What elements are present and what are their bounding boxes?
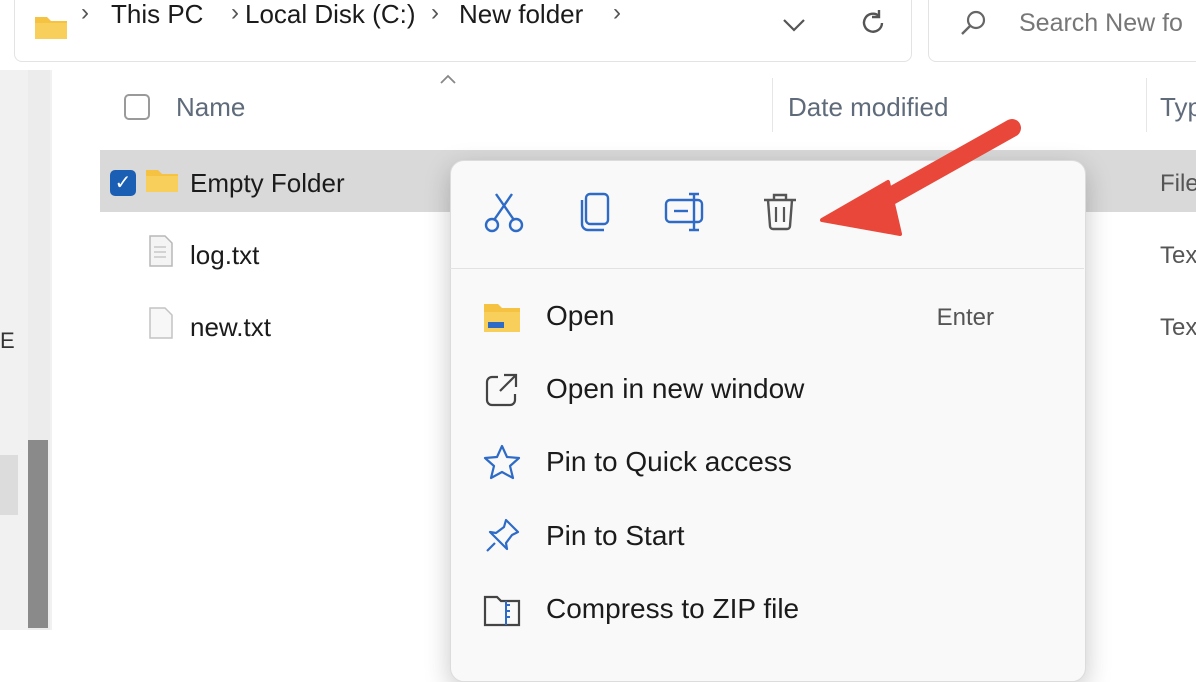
sort-up-icon (440, 74, 456, 84)
folder-icon (35, 17, 67, 39)
row-checkbox[interactable]: ✓ (110, 170, 136, 196)
search-box[interactable]: Search New fo (928, 0, 1196, 62)
navigation-pane-label[interactable]: Ex (0, 328, 14, 354)
copy-icon[interactable] (572, 188, 620, 236)
select-all-checkbox[interactable] (124, 94, 150, 120)
menu-item-open-in-new-window[interactable]: Open in new window (450, 355, 1084, 425)
folder-icon (146, 170, 178, 192)
refresh-icon[interactable] (857, 7, 889, 39)
menu-item-label: Pin to Start (546, 520, 685, 551)
rename-icon[interactable] (662, 188, 710, 236)
breadcrumb-new-folder[interactable]: New folder (459, 0, 583, 30)
chevron-right-icon[interactable]: › (231, 0, 239, 27)
file-name[interactable]: log.txt (190, 240, 259, 271)
star-icon (483, 444, 521, 480)
file-type: Tex (1160, 242, 1196, 269)
search-input[interactable]: Search New fo (1019, 9, 1183, 38)
column-divider[interactable] (772, 78, 773, 132)
column-header-name[interactable]: Name (176, 92, 245, 123)
breadcrumb-local-disk[interactable]: Local Disk (C:) (245, 0, 415, 30)
chevron-down-icon[interactable] (781, 15, 807, 35)
delete-icon[interactable] (756, 188, 804, 236)
menu-item-pin-to-start[interactable]: Pin to Start (450, 502, 1084, 572)
menu-item-label: Open in new window (546, 373, 805, 404)
text-file-icon (149, 307, 173, 339)
zip-icon (483, 595, 521, 627)
open-new-window-icon (485, 373, 518, 407)
annotation-arrow (820, 119, 1021, 236)
search-icon (961, 10, 986, 35)
folder-open-icon (484, 304, 520, 332)
column-divider[interactable] (1146, 78, 1147, 132)
chevron-right-icon[interactable]: › (613, 0, 621, 27)
file-type: File (1160, 170, 1196, 197)
file-name[interactable]: new.txt (190, 312, 271, 343)
cut-icon[interactable] (480, 188, 528, 236)
column-header-type[interactable]: Typ (1160, 92, 1196, 123)
pin-icon (486, 518, 520, 552)
text-file-icon (149, 235, 173, 267)
chevron-right-icon[interactable]: › (431, 0, 439, 27)
breadcrumb-this-pc[interactable]: This PC (111, 0, 203, 30)
menu-item-label: Open (546, 300, 615, 331)
menu-item-pin-to-quick-access[interactable]: Pin to Quick access (450, 428, 1084, 498)
menu-item-label: Pin to Quick access (546, 446, 792, 477)
file-name[interactable]: Empty Folder (190, 168, 345, 199)
scrollbar-thumb[interactable] (28, 440, 48, 628)
menu-divider (450, 268, 1084, 269)
menu-item-open[interactable]: Open Enter (450, 282, 1084, 352)
menu-item-compress-to-zip[interactable]: Compress to ZIP file (450, 575, 1084, 628)
navigation-pane-selected[interactable] (0, 455, 18, 515)
chevron-right-icon: › (81, 0, 89, 26)
menu-item-label: Compress to ZIP file (546, 593, 800, 624)
menu-item-shortcut: Enter (936, 304, 994, 331)
file-type: Tex (1160, 314, 1196, 341)
address-bar[interactable]: › This PC › Local Disk (C:) › New folder… (14, 0, 912, 62)
